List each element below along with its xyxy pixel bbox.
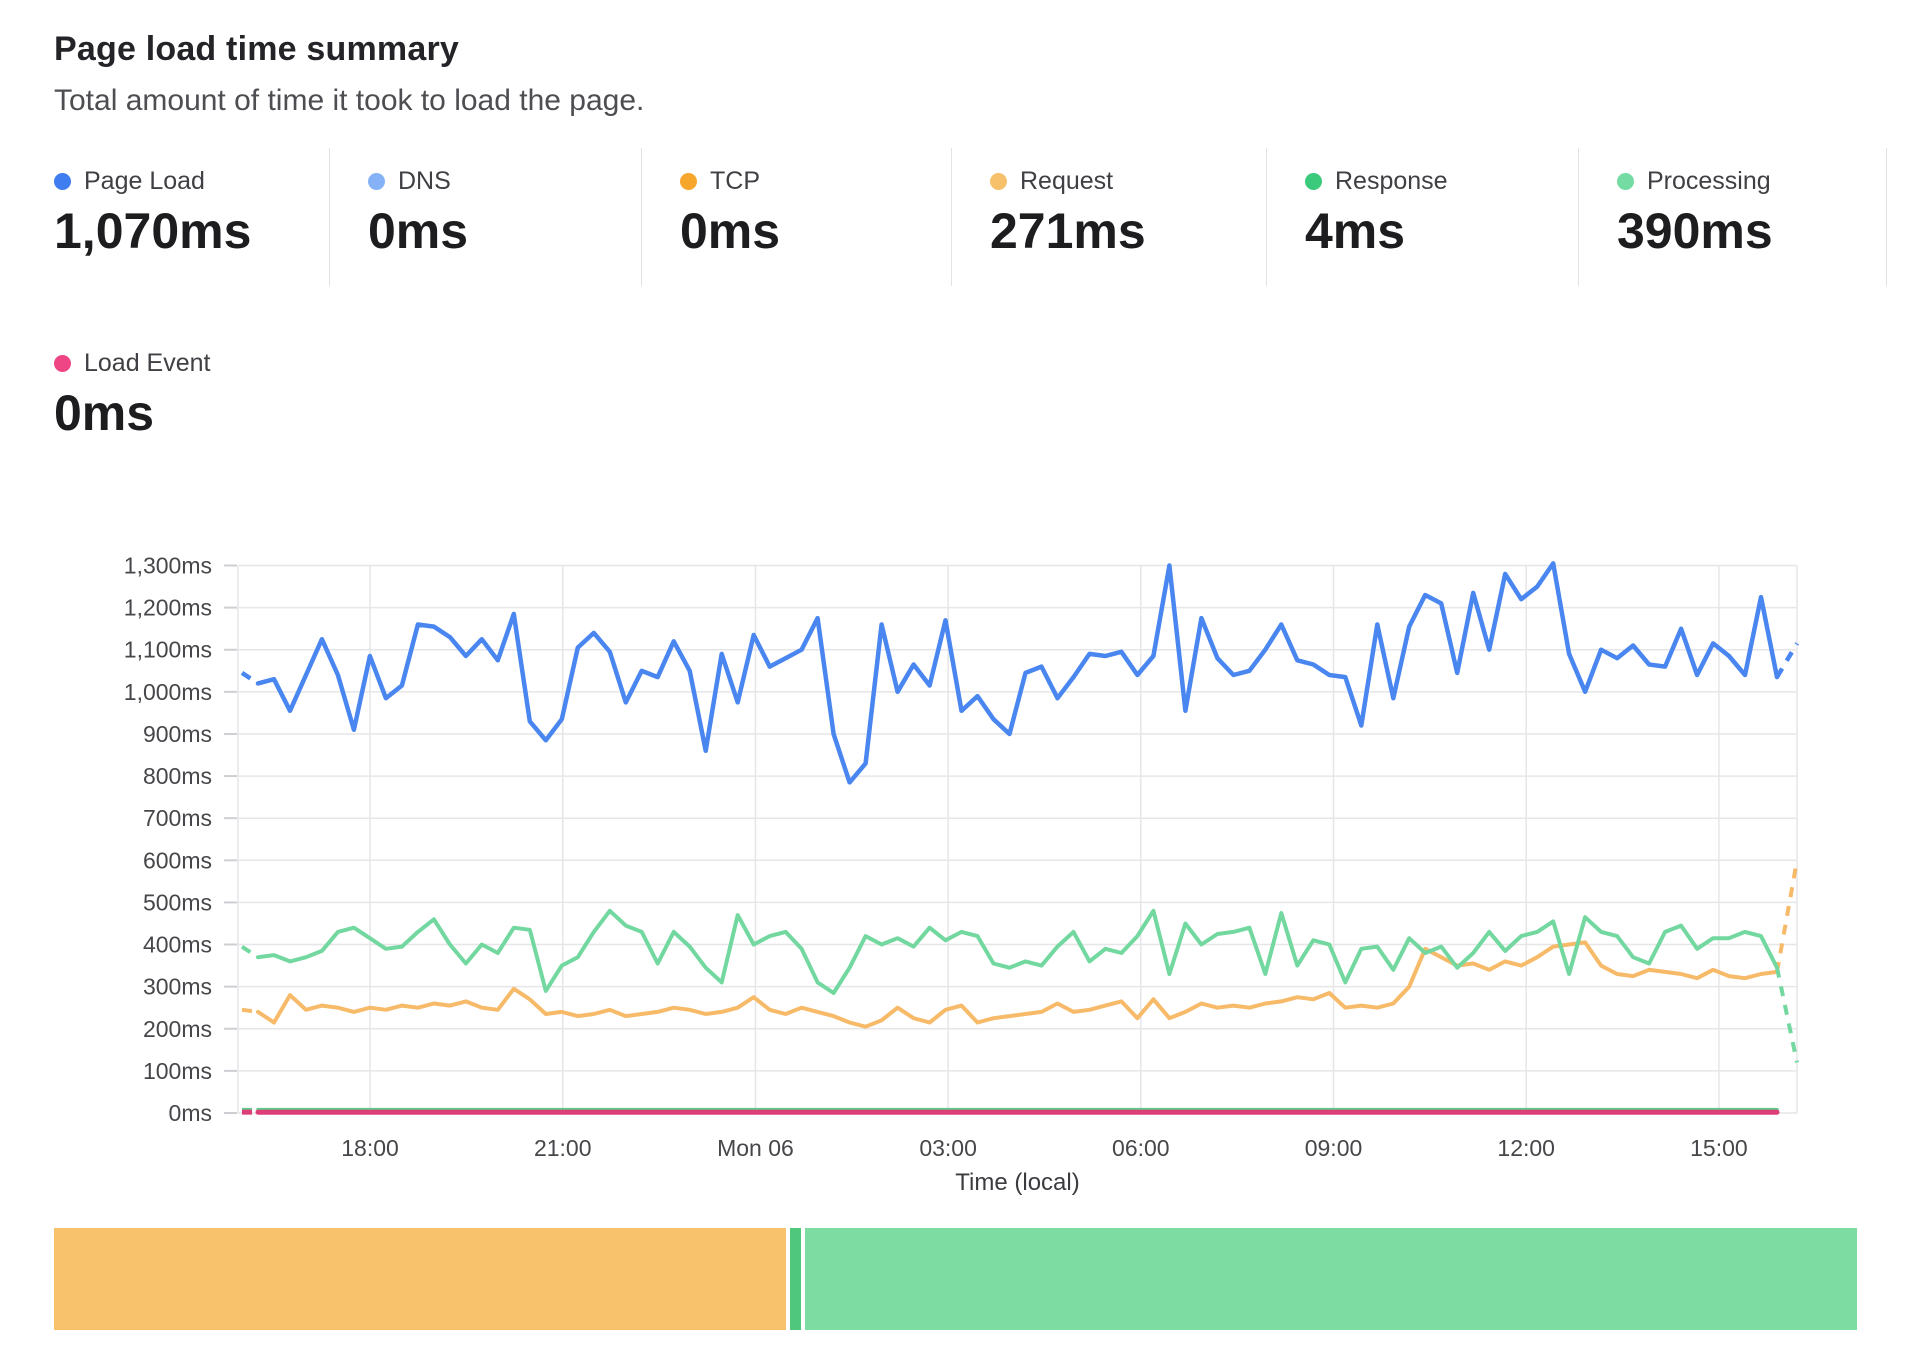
series-processing-tail-dash [1777, 968, 1797, 1063]
series-page-load-tail-dash [1777, 643, 1797, 677]
y-tick-label: 100ms [143, 1058, 212, 1084]
bar-segment-response-share[interactable] [790, 1228, 801, 1330]
series-request-lead-dash [242, 1010, 258, 1012]
bar-segment-processing-share[interactable] [805, 1228, 1857, 1330]
y-tick-label: 700ms [143, 805, 212, 831]
x-tick-label: 18:00 [341, 1135, 399, 1161]
y-tick-label: 300ms [143, 974, 212, 1000]
y-tick-label: 500ms [143, 889, 212, 915]
x-tick-label: 09:00 [1305, 1135, 1363, 1161]
series-request-line [258, 942, 1777, 1026]
y-tick-label: 600ms [143, 847, 212, 873]
y-tick-label: 0ms [169, 1100, 212, 1126]
y-tick-label: 200ms [143, 1016, 212, 1042]
chart-series [242, 563, 1797, 1112]
y-tick-label: 1,000ms [124, 679, 212, 705]
y-tick-label: 1,100ms [124, 637, 212, 663]
y-tick-label: 1,200ms [124, 595, 212, 621]
x-tick-label: Mon 06 [717, 1135, 794, 1161]
y-tick-label: 1,300ms [124, 553, 212, 579]
series-request-tail-dash [1777, 860, 1797, 972]
page-load-time-chart[interactable]: 0ms 100ms 200ms 300ms 400ms 500ms 600ms 700ms 80… [0, 0, 1910, 1352]
y-tick-label: 900ms [143, 721, 212, 747]
x-tick-label: 21:00 [534, 1135, 592, 1161]
time-range-stacked-bar[interactable] [54, 1228, 1857, 1330]
series-page-load-lead-dash [242, 673, 258, 684]
x-tick-label: 15:00 [1690, 1135, 1748, 1161]
y-tick-label: 800ms [143, 763, 212, 789]
series-processing-line [258, 911, 1777, 993]
x-tick-label: 06:00 [1112, 1135, 1170, 1161]
x-tick-label: 03:00 [919, 1135, 977, 1161]
bar-segment-request-share[interactable] [54, 1228, 786, 1330]
series-processing-lead-dash [242, 947, 258, 958]
series-page-load-line [258, 563, 1777, 782]
x-tick-label: 12:00 [1497, 1135, 1555, 1161]
y-tick-label: 400ms [143, 932, 212, 958]
x-axis-title: Time (local) [955, 1169, 1079, 1196]
